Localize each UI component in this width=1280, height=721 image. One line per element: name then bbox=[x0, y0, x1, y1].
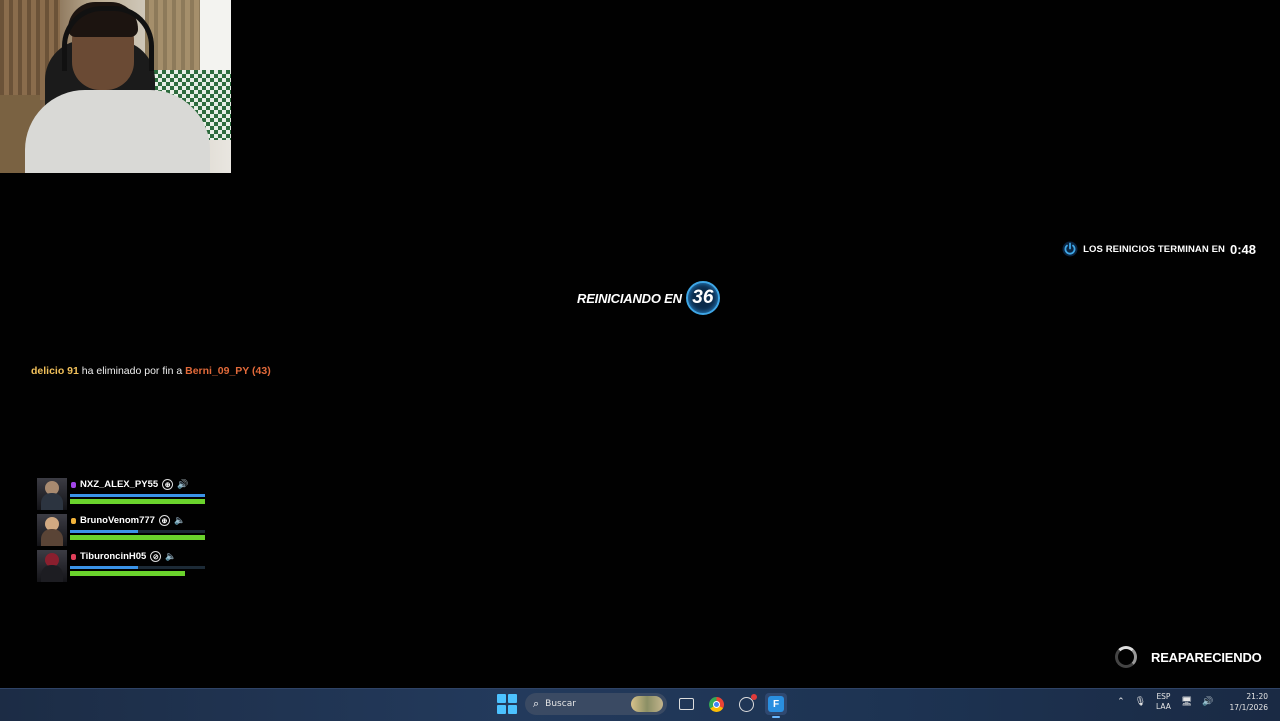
avatar bbox=[37, 478, 67, 510]
speaker-muted-icon: 🔈 bbox=[165, 551, 177, 561]
rank-icon bbox=[71, 553, 76, 560]
killfeed-message: ha eliminado por fin a bbox=[81, 365, 183, 377]
rank-icon bbox=[71, 481, 76, 488]
shield-bar bbox=[70, 530, 138, 533]
app-button[interactable] bbox=[735, 693, 757, 715]
health-bar bbox=[70, 535, 205, 540]
killfeed-victim: Berni_09_PY (43) bbox=[185, 365, 271, 377]
volume-icon[interactable]: 🔊 bbox=[1202, 697, 1213, 707]
chrome-button[interactable] bbox=[705, 693, 727, 715]
avatar bbox=[37, 550, 67, 582]
reappearing-indicator: REAPARECIENDO bbox=[1115, 646, 1262, 668]
shield-bar bbox=[70, 494, 205, 497]
language-indicator[interactable]: ESP LAA bbox=[1156, 692, 1171, 712]
loading-spinner-icon bbox=[1115, 646, 1137, 668]
taskbar: ⌕ Buscar F ⌃ 🎙 ESP LAA 🖥 🔊 21:20 17/1/20… bbox=[0, 688, 1280, 721]
squad-list: NXZ_ALEX_PY55 ⊕ 🔊 BrunoVenom777 ⊕ 🔈 Tibu… bbox=[37, 478, 217, 586]
app-notification-icon bbox=[738, 693, 757, 712]
language-code: ESP bbox=[1156, 692, 1171, 701]
search-highlight-image bbox=[631, 696, 663, 712]
platform-icon: ⊘ bbox=[150, 551, 162, 562]
speaker-icon: 🔊 bbox=[177, 479, 189, 489]
fortnite-icon: F bbox=[768, 696, 784, 712]
squad-member-name: TiburoncinH05 bbox=[80, 551, 147, 562]
squad-member: BrunoVenom777 ⊕ 🔈 bbox=[37, 514, 217, 550]
squad-member-name: BrunoVenom777 bbox=[80, 515, 155, 526]
chevron-up-icon[interactable]: ⌃ bbox=[1117, 697, 1125, 707]
killfeed-killer: delicio 91 bbox=[31, 365, 79, 377]
restarts-end-label: LOS REINICIOS TERMINAN EN bbox=[1083, 243, 1225, 255]
squad-member: TiburoncinH05 ⊘ 🔈 bbox=[37, 550, 217, 586]
fortnite-button[interactable]: F bbox=[765, 693, 787, 718]
kill-feed-entry: delicio 91 ha eliminado por fin a Berni_… bbox=[31, 365, 271, 377]
health-bar bbox=[70, 571, 185, 576]
restarts-end-time: 0:48 bbox=[1229, 241, 1256, 257]
webcam-overlay bbox=[0, 0, 231, 173]
speaker-icon: 🔈 bbox=[173, 515, 186, 525]
squad-member: NXZ_ALEX_PY55 ⊕ 🔊 bbox=[37, 478, 217, 514]
microphone-icon[interactable]: 🎙 bbox=[1135, 697, 1146, 707]
clock[interactable]: 21:20 17/1/2026 bbox=[1230, 691, 1268, 713]
clock-time: 21:20 bbox=[1246, 692, 1268, 701]
network-icon[interactable]: 🖥 bbox=[1181, 697, 1192, 707]
platform-icon: ⊕ bbox=[162, 479, 174, 490]
search-icon: ⌕ bbox=[533, 697, 540, 710]
shield-bar bbox=[70, 566, 138, 569]
chrome-icon bbox=[708, 696, 724, 712]
restart-countdown: 36 bbox=[685, 281, 720, 315]
search-label: Buscar bbox=[545, 699, 576, 709]
rank-icon bbox=[71, 517, 76, 524]
platform-icon: ⊕ bbox=[158, 515, 170, 526]
layout-code: LAA bbox=[1156, 702, 1171, 711]
task-view-button[interactable] bbox=[675, 693, 697, 715]
health-bar bbox=[70, 499, 205, 504]
clock-date: 17/1/2026 bbox=[1229, 703, 1268, 712]
task-view-icon bbox=[678, 698, 694, 710]
power-icon bbox=[1062, 241, 1078, 257]
windows-start-icon[interactable] bbox=[497, 694, 517, 714]
restarting-label: REINICIANDO EN bbox=[577, 290, 682, 306]
taskbar-search[interactable]: ⌕ Buscar bbox=[525, 693, 667, 715]
restarts-end-timer: LOS REINICIOS TERMINAN EN 0:48 bbox=[1062, 241, 1256, 257]
reappearing-label: REAPARECIENDO bbox=[1151, 649, 1262, 665]
restarting-banner: REINICIANDO EN 36 bbox=[577, 281, 720, 315]
squad-member-name: NXZ_ALEX_PY55 bbox=[80, 479, 159, 490]
avatar bbox=[37, 514, 67, 546]
